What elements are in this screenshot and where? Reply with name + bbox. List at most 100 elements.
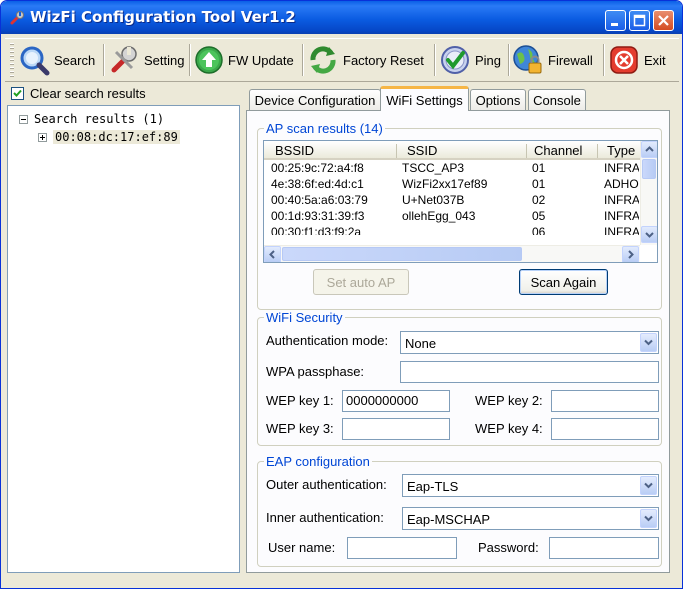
ap-row[interactable]: 4e:38:6f:ed:4d:c1 WizFi2xx17ef89 01 ADHO… — [264, 177, 657, 193]
ap-type: INFRA — [604, 225, 639, 235]
upload-arrow-icon — [195, 46, 223, 74]
app-wrench-icon — [10, 11, 24, 25]
chevron-up-icon — [645, 146, 654, 152]
firewall-button-label: Firewall — [548, 52, 593, 68]
ap-list-horizontal-scrollbar[interactable] — [264, 245, 640, 262]
wep-key-4-label: WEP key 4: — [475, 421, 543, 436]
dropdown-button[interactable] — [640, 509, 657, 528]
chevron-down-icon — [644, 482, 653, 489]
setting-button[interactable]: Setting — [108, 42, 184, 78]
scroll-up-button[interactable] — [641, 141, 657, 158]
ap-row[interactable]: 00:25:9c:72:a4:f8 TSCC_AP3 01 INFRA — [264, 161, 657, 177]
user-name-label: User name: — [268, 540, 336, 555]
ap-list[interactable]: BSSID SSID Channel Type 00:25:9c:72:a4:f… — [263, 140, 658, 263]
vertical-scroll-thumb[interactable] — [642, 159, 656, 179]
column-header-ssid[interactable]: SSID — [407, 143, 437, 158]
wep-key-1-field[interactable]: 0000000000 — [342, 390, 450, 412]
ap-type: INFRA — [604, 193, 639, 207]
exit-icon — [610, 46, 638, 74]
close-window-button[interactable] — [653, 10, 674, 31]
ap-ssid: U+Net037B — [402, 193, 465, 207]
search-button[interactable]: Search — [18, 42, 95, 78]
toolbar-grip[interactable] — [10, 43, 14, 77]
factory-reset-button-label: Factory Reset — [343, 52, 424, 68]
scroll-left-button[interactable] — [264, 246, 281, 262]
ap-row[interactable]: 00:40:5a:a6:03:79 U+Net037B 02 INFRA — [264, 193, 657, 209]
toolbar-separator — [508, 44, 510, 76]
minimize-button[interactable] — [605, 10, 626, 31]
wifi-settings-page: AP scan results (14) BSSID SSID Channel … — [246, 110, 670, 573]
column-header-channel[interactable]: Channel — [534, 143, 582, 158]
outer-authentication-label: Outer authentication: — [266, 477, 387, 492]
wep-key-3-field[interactable] — [342, 418, 450, 440]
firewall-button[interactable]: Firewall — [512, 42, 593, 78]
ap-ssid: WizFi2xx17ef89 — [402, 177, 488, 191]
device-tree[interactable]: Search results (1) 00:08:dc:17:ef:89 — [7, 105, 240, 573]
column-header-type[interactable]: Type — [607, 143, 635, 158]
wep-key-4-field[interactable] — [551, 418, 659, 440]
dropdown-button[interactable] — [640, 476, 657, 495]
tree-root-label: Search results (1) — [34, 112, 165, 126]
wep-key-2-label: WEP key 2: — [475, 393, 543, 408]
inner-authentication-select[interactable]: Eap-MSCHAP — [402, 507, 659, 530]
horizontal-scroll-thumb[interactable] — [282, 247, 522, 261]
fw-update-button-label: FW Update — [228, 52, 294, 68]
wpa-passphrase-label: WPA passphase: — [266, 364, 365, 379]
outer-authentication-select[interactable]: Eap-TLS — [402, 474, 659, 497]
ap-row[interactable]: 00:30:f1:d3:f9:2a 06 INFRA — [264, 225, 657, 235]
wep-key-2-field[interactable] — [551, 390, 659, 412]
chevron-down-icon — [644, 339, 653, 346]
expand-icon[interactable] — [38, 132, 47, 142]
ap-list-vertical-scrollbar[interactable] — [640, 141, 657, 245]
wep-key-3-label: WEP key 3: — [266, 421, 334, 436]
tab-device-configuration[interactable]: Device Configuration — [249, 89, 381, 111]
tree-device-label[interactable]: 00:08:dc:17:ef:89 — [53, 130, 180, 144]
ap-bssid: 00:40:5a:a6:03:79 — [271, 193, 368, 207]
ap-type: INFRA — [604, 209, 639, 223]
password-field[interactable] — [549, 537, 659, 559]
chevron-down-icon — [645, 232, 654, 238]
tab-console[interactable]: Console — [528, 89, 586, 111]
ap-bssid: 00:1d:93:31:39:f3 — [271, 209, 365, 223]
column-header-bssid[interactable]: BSSID — [275, 143, 314, 158]
ap-scan-results-legend: AP scan results (14) — [264, 121, 385, 136]
ap-row[interactable]: 00:1d:93:31:39:f3 ollehEgg_043 05 INFRA — [264, 209, 657, 225]
collapse-icon[interactable] — [19, 114, 28, 124]
authentication-mode-select[interactable]: None — [400, 331, 659, 354]
setting-button-label: Setting — [144, 52, 185, 68]
user-name-field[interactable] — [347, 537, 457, 559]
checkmark-icon — [13, 89, 22, 97]
chevron-left-icon — [269, 250, 275, 259]
ap-ssid: TSCC_AP3 — [402, 161, 465, 175]
clear-search-results-checkbox[interactable]: Clear search results — [11, 85, 146, 101]
ap-type: ADHOC — [604, 177, 639, 191]
scan-again-button[interactable]: Scan Again — [519, 269, 608, 295]
inner-authentication-label: Inner authentication: — [266, 510, 384, 525]
tab-wifi-settings[interactable]: WiFi Settings — [380, 86, 469, 111]
scroll-right-button[interactable] — [622, 246, 639, 262]
dropdown-button[interactable] — [640, 333, 657, 352]
maximize-button[interactable] — [629, 10, 650, 31]
toolbar-separator — [189, 44, 191, 76]
checkbox-box[interactable] — [11, 86, 24, 100]
ap-ssid: ollehEgg_043 — [402, 209, 476, 223]
fw-update-button[interactable]: FW Update — [194, 42, 294, 78]
ping-button[interactable]: Ping — [439, 42, 501, 78]
toolbar: Search Setting FW Update Factory Reset P… — [5, 38, 679, 82]
clear-search-results-label: Clear search results — [30, 85, 146, 101]
close-icon — [658, 15, 669, 26]
scroll-down-button[interactable] — [641, 226, 657, 243]
exit-button[interactable]: Exit — [608, 42, 666, 78]
tab-options[interactable]: Options — [470, 89, 526, 111]
set-auto-ap-button[interactable]: Set auto AP — [313, 269, 409, 295]
wpa-passphrase-field[interactable] — [400, 361, 659, 383]
wep-key-1-label: WEP key 1: — [266, 393, 334, 408]
toolbar-separator — [434, 44, 436, 76]
checkmark-icon — [441, 46, 469, 74]
title-bar[interactable]: WizFi Configuration Tool Ver1.2 — [1, 1, 682, 34]
factory-reset-button[interactable]: Factory Reset — [307, 42, 424, 78]
authentication-mode-label: Authentication mode: — [266, 333, 389, 348]
password-label: Password: — [478, 540, 539, 555]
tree-node-device[interactable]: 00:08:dc:17:ef:89 — [38, 130, 180, 144]
tree-node-search-results[interactable]: Search results (1) — [19, 112, 164, 126]
